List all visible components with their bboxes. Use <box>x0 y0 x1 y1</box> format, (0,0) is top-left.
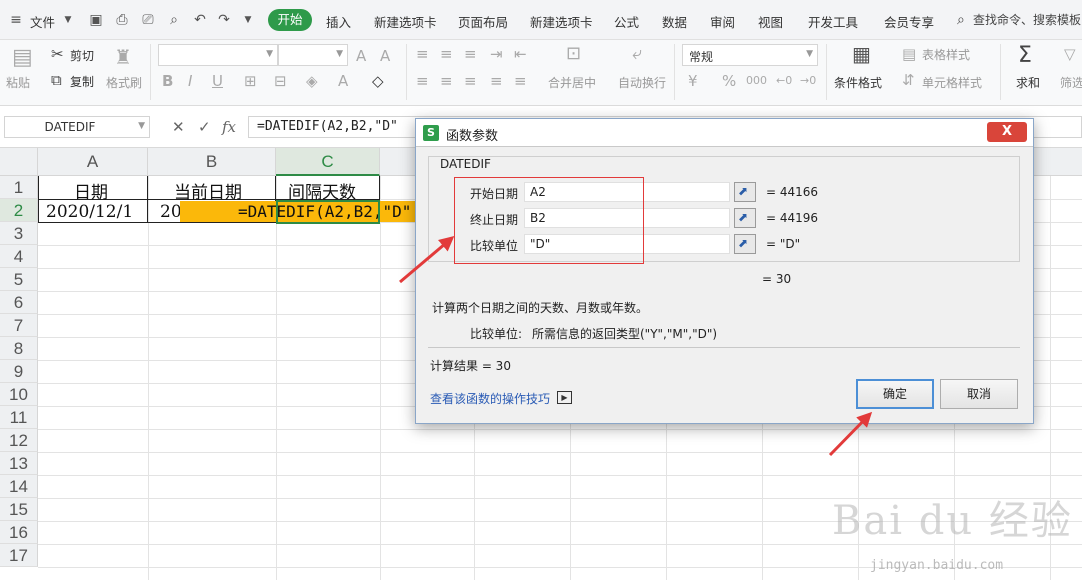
baidu-watermark-url: jingyan.baidu.com <box>870 558 1004 573</box>
baidu-watermark: Bai du 经验 <box>832 498 1073 544</box>
arrow-to-ok <box>828 411 873 457</box>
arrow-to-params <box>399 236 455 284</box>
